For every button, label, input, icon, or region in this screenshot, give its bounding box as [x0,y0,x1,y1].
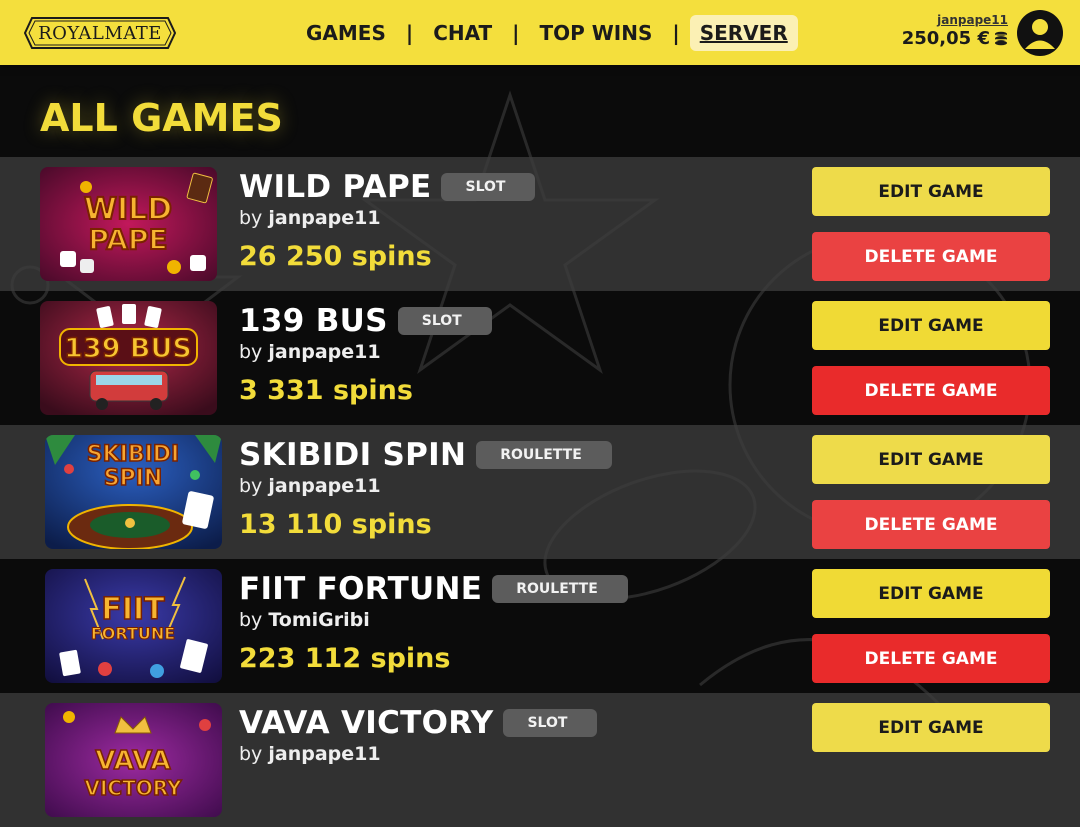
game-name: VAVA VICTORY [239,705,494,741]
thumb-title: SKIBIDI [87,442,179,467]
game-info: SKIBIDI SPIN ROULETTE by janpape11 13 11… [239,437,612,540]
game-author: janpape11 [268,743,381,765]
royalmate-logo[interactable]: ROYALMATE [24,16,176,50]
game-type-badge: SLOT [441,173,536,201]
edit-game-button[interactable]: EDIT GAME [812,703,1050,752]
spin-count: 3 331 spins [239,375,413,406]
game-row: SKIBIDI SPIN SKIBIDI SPIN ROULETTE by ja… [0,425,1080,559]
thumb-title: VAVA [95,746,170,776]
by-label: by [239,207,263,229]
thumb-title: 139 BUS [64,333,192,364]
game-name: 139 BUS [239,303,388,339]
game-row: FIIT FORTUNE FIIT FORTUNE ROULETTE by To… [0,559,1080,693]
balance: 250,05 € [902,28,1008,49]
delete-game-button[interactable]: DELETE GAME [812,634,1050,683]
game-type-badge: SLOT [503,709,598,737]
page-title: ALL GAMES [40,96,283,140]
nav-separator: | [405,21,414,45]
user-avatar-icon[interactable] [1017,10,1063,56]
author-line: by janpape11 [239,743,597,765]
game-name: SKIBIDI SPIN [239,437,467,473]
spin-count: 13 110 spins [239,509,432,540]
nav-separator: | [672,21,680,45]
delete-game-button[interactable]: DELETE GAME [812,500,1050,549]
game-author: janpape11 [268,341,381,363]
nav-server[interactable]: SERVER [689,15,798,51]
edit-game-button[interactable]: EDIT GAME [812,167,1050,216]
nav-separator: | [512,21,520,45]
game-info: VAVA VICTORY SLOT by janpape11 [239,705,598,765]
edit-game-button[interactable]: EDIT GAME [812,301,1050,350]
game-row: WILD PAPE WILD PAPE SLOT by janpape11 26… [0,157,1080,291]
author-line: by TomiGribi [239,609,628,631]
by-label: by [239,609,263,631]
game-type-badge: SLOT [397,307,492,335]
game-author: janpape11 [268,475,381,497]
top-navigation-bar: ROYALMATE GAMES | CHAT | TOP WINS | SERV… [0,0,1080,65]
edit-game-button[interactable]: EDIT GAME [812,435,1050,484]
game-row: VAVA VICTORY VAVA VICTORY SLOT by janpap… [0,693,1080,827]
thumb-subtitle: VICTORY [84,776,182,800]
game-thumbnail[interactable]: VAVA VICTORY [45,703,222,817]
by-label: by [239,743,263,765]
thumb-subtitle: SPIN [104,466,163,491]
nav-top-wins[interactable]: TOP WINS [529,15,662,51]
games-list: WILD PAPE WILD PAPE SLOT by janpape11 26… [0,157,1080,827]
thumb-subtitle: FORTUNE [91,624,175,643]
logo-text: ROYALMATE [38,22,162,44]
game-thumbnail[interactable]: WILD PAPE [40,167,217,281]
game-thumbnail[interactable]: SKIBIDI SPIN [45,435,222,549]
coins-icon [995,31,1007,45]
nav-games[interactable]: GAMES [296,15,396,51]
game-author: TomiGribi [268,609,370,631]
by-label: by [239,341,263,363]
by-label: by [239,475,263,497]
game-info: 139 BUS SLOT by janpape11 3 331 spins [239,303,492,406]
edit-game-button[interactable]: EDIT GAME [812,569,1050,618]
thumb-title: FIIT [101,592,165,627]
game-name: WILD PAPE [239,169,432,205]
author-line: by janpape11 [239,475,612,497]
game-row: 139 BUS 139 BUS SLOT by janpape11 3 331 … [0,291,1080,425]
game-info: FIIT FORTUNE ROULETTE by TomiGribi 223 1… [239,571,628,674]
spin-count: 223 112 spins [239,643,451,674]
game-type-badge: ROULETTE [476,441,612,469]
game-name: FIIT FORTUNE [239,571,483,607]
main-nav: GAMES | CHAT | TOP WINS | SERVER [296,14,798,52]
spin-count: 26 250 spins [239,241,432,272]
author-line: by janpape11 [239,341,492,363]
username-link[interactable]: janpape11 [902,13,1008,27]
user-info: janpape11 250,05 € [902,13,1008,49]
delete-game-button[interactable]: DELETE GAME [812,232,1050,281]
game-type-badge: ROULETTE [492,575,628,603]
game-thumbnail[interactable]: 139 BUS [40,301,217,415]
thumb-subtitle: PAPE [88,223,167,256]
game-author: janpape11 [268,207,381,229]
game-thumbnail[interactable]: FIIT FORTUNE [45,569,222,683]
nav-chat[interactable]: CHAT [423,15,502,51]
game-info: WILD PAPE SLOT by janpape11 26 250 spins [239,169,536,272]
delete-game-button[interactable]: DELETE GAME [812,366,1050,415]
balance-amount: 250,05 € [901,28,990,49]
author-line: by janpape11 [239,207,535,229]
thumb-title: WILD [84,192,172,227]
